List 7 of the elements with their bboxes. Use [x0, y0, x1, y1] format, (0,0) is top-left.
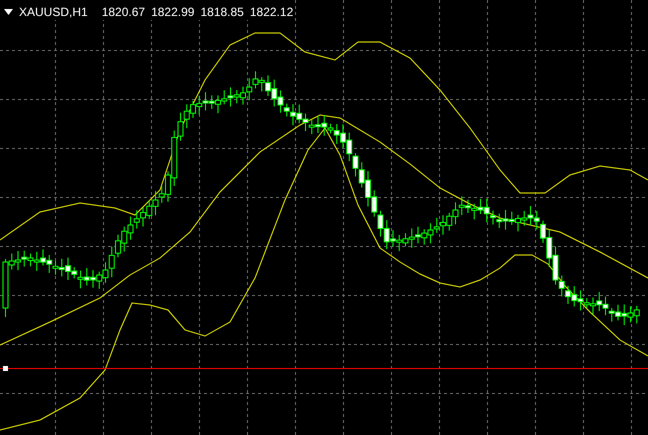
dropdown-triangle-icon[interactable]: [4, 9, 13, 15]
price-value: 1822.99: [151, 4, 194, 20]
level-marker[interactable]: [3, 366, 8, 371]
symbol-label: XAUUSD,H1: [19, 4, 88, 20]
price-value: 1822.12: [250, 4, 294, 20]
price-value: 1818.85: [200, 4, 244, 20]
price-value: 1820.67: [102, 4, 146, 20]
